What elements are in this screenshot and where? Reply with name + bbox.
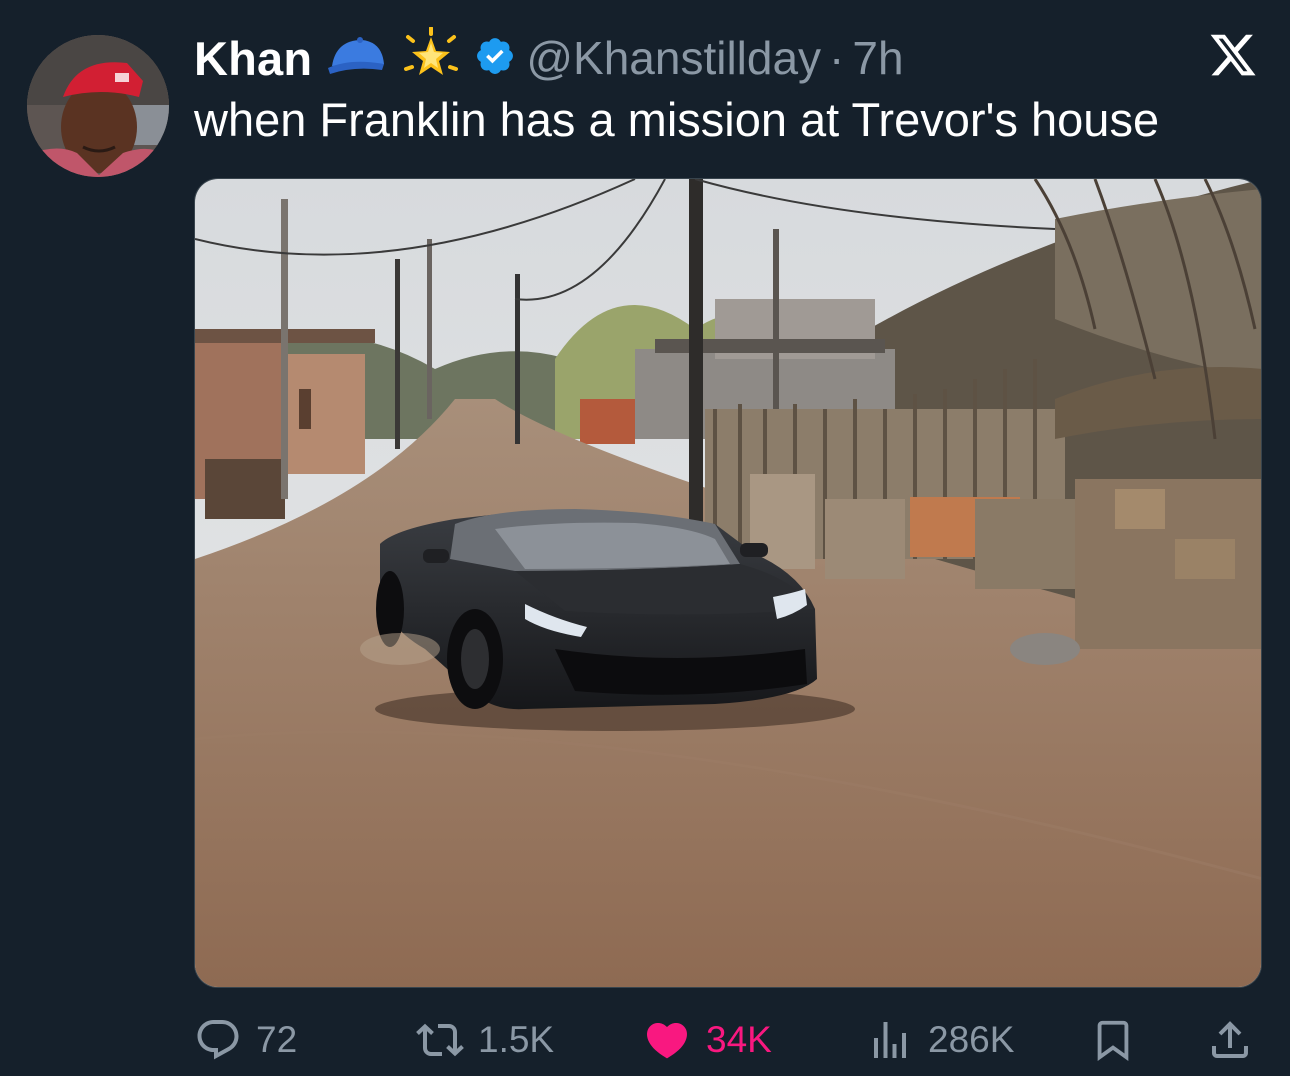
- bookmark-button[interactable]: [1090, 1010, 1136, 1070]
- views-chart-icon: [866, 1016, 914, 1064]
- blue-cap-icon: [326, 34, 388, 83]
- share-upload-icon: [1206, 1016, 1254, 1064]
- heart-filled-icon: [642, 1016, 692, 1064]
- tweet-media-image[interactable]: [194, 178, 1262, 988]
- separator-dot: ·: [829, 32, 845, 84]
- tweet-text: when Franklin has a mission at Trevor's …: [194, 93, 1160, 146]
- views-button[interactable]: 286K: [866, 1010, 1014, 1070]
- verified-badge-icon[interactable]: [474, 35, 516, 82]
- glowing-star-icon: [402, 25, 460, 90]
- author-handle[interactable]: @Khanstillday: [526, 31, 821, 85]
- retweet-icon: [416, 1016, 464, 1064]
- retweet-count: 1.5K: [478, 1019, 555, 1060]
- like-button[interactable]: 34K: [642, 1010, 772, 1070]
- author-name[interactable]: Khan: [194, 31, 312, 86]
- tweet[interactable]: Khan @Khanstillday · 7h when Franklin ha…: [0, 0, 1290, 1076]
- reply-button[interactable]: 72: [194, 1010, 297, 1070]
- views-count: 286K: [928, 1019, 1015, 1060]
- x-logo-icon: [1207, 30, 1259, 80]
- reply-icon: [194, 1016, 242, 1064]
- like-count: 34K: [706, 1019, 772, 1060]
- reply-count: 72: [256, 1019, 298, 1060]
- tweet-header: Khan @Khanstillday · 7h: [194, 25, 904, 90]
- tweet-actions: 72 1.5K 34K 286K: [194, 1010, 1262, 1070]
- avatar[interactable]: [27, 35, 169, 177]
- retweet-button[interactable]: 1.5K: [416, 1010, 554, 1070]
- share-button[interactable]: [1206, 1010, 1254, 1070]
- bookmark-icon: [1090, 1016, 1136, 1064]
- timestamp[interactable]: 7h: [852, 31, 903, 85]
